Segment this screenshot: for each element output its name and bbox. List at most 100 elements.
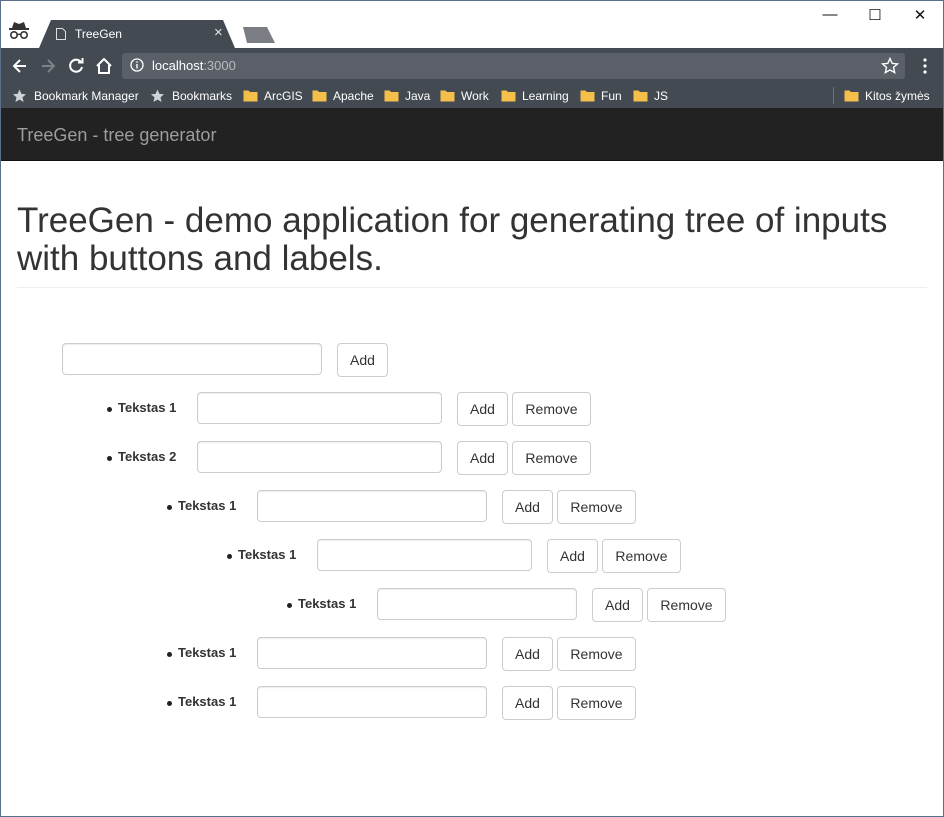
bullet-icon bbox=[167, 505, 172, 510]
reload-icon[interactable] bbox=[66, 56, 86, 76]
bookmark-label: Learning bbox=[522, 89, 569, 103]
tab-treegen[interactable]: TreeGen × bbox=[39, 20, 235, 48]
root-text-input[interactable] bbox=[62, 343, 322, 375]
url-text: localhost:3000 bbox=[152, 58, 236, 73]
folder-icon bbox=[243, 90, 258, 102]
bullet-icon bbox=[167, 652, 172, 657]
close-window-button[interactable]: ✕ bbox=[905, 6, 935, 24]
node-label: Tekstas 2 bbox=[118, 449, 177, 464]
bookmark-java[interactable]: Java bbox=[384, 87, 432, 105]
star-icon bbox=[151, 89, 164, 102]
bookmark-js[interactable]: JS bbox=[633, 87, 671, 105]
bookmark-fun[interactable]: Fun bbox=[580, 87, 625, 105]
bookmark-work[interactable]: Work bbox=[440, 87, 492, 105]
node-text-input[interactable] bbox=[197, 441, 442, 473]
node-add-button[interactable]: Add bbox=[502, 686, 553, 720]
bullet-icon bbox=[287, 603, 292, 608]
folder-icon bbox=[844, 90, 859, 102]
info-icon[interactable] bbox=[130, 58, 144, 72]
node-add-button[interactable]: Add bbox=[502, 490, 553, 524]
tree-node: Tekstas 1 Add Remove bbox=[287, 588, 747, 622]
node-label: Tekstas 1 bbox=[298, 596, 357, 611]
node-add-button[interactable]: Add bbox=[502, 637, 553, 671]
star-icon bbox=[13, 89, 26, 102]
node-label: Tekstas 1 bbox=[118, 400, 177, 415]
tree-root-row: Add bbox=[62, 343, 392, 377]
bookmark-label: Bookmarks bbox=[172, 89, 233, 103]
bookmarks-bar: Bookmark Manager Bookmarks ArcGIS Apache… bbox=[1, 84, 943, 108]
node-text-input[interactable] bbox=[197, 392, 442, 424]
tab-close-icon[interactable]: × bbox=[214, 24, 223, 41]
minimize-button[interactable]: — bbox=[815, 6, 845, 23]
node-remove-button[interactable]: Remove bbox=[557, 637, 636, 671]
node-label: Tekstas 1 bbox=[178, 645, 237, 660]
page-title: TreeGen - demo application for generatin… bbox=[17, 202, 927, 278]
bookmarks-divider bbox=[833, 87, 834, 104]
bookmark-label: Kitos žymės bbox=[865, 89, 930, 103]
forward-arrow-icon[interactable] bbox=[38, 56, 58, 76]
bookmark-label: Java bbox=[405, 89, 431, 103]
tab-title: TreeGen bbox=[75, 27, 122, 41]
bullet-icon bbox=[167, 701, 172, 706]
kebab-menu-icon[interactable] bbox=[918, 58, 932, 74]
incognito-icon bbox=[9, 22, 29, 40]
node-label: Tekstas 1 bbox=[178, 694, 237, 709]
bookmark-star-icon[interactable] bbox=[881, 57, 899, 75]
bookmark-label: ArcGIS bbox=[264, 89, 303, 103]
maximize-button[interactable]: ☐ bbox=[860, 6, 890, 24]
folder-icon bbox=[633, 90, 648, 102]
url-host: localhost bbox=[152, 58, 204, 73]
bookmark-learning[interactable]: Learning bbox=[501, 87, 571, 105]
bookmark-other[interactable]: Kitos žymės bbox=[844, 87, 936, 105]
title-bar: TreeGen × — ☐ ✕ bbox=[1, 1, 943, 48]
node-text-input[interactable] bbox=[377, 588, 577, 620]
node-remove-button[interactable]: Remove bbox=[512, 392, 591, 426]
bookmark-label: Bookmark Manager bbox=[34, 89, 139, 103]
node-remove-button[interactable]: Remove bbox=[557, 490, 636, 524]
node-add-button[interactable]: Add bbox=[457, 392, 508, 426]
node-text-input[interactable] bbox=[257, 637, 487, 669]
node-remove-button[interactable]: Remove bbox=[647, 588, 726, 622]
browser-window: TreeGen × — ☐ ✕ localhost:3000 Bookmark … bbox=[0, 0, 944, 817]
node-add-button[interactable]: Add bbox=[592, 588, 643, 622]
bullet-icon bbox=[227, 554, 232, 559]
page-icon bbox=[56, 28, 66, 40]
page-title-line-1: TreeGen - demo application for generatin… bbox=[17, 201, 888, 240]
app-navbar: TreeGen - tree generator bbox=[1, 108, 943, 161]
tree-node: Tekstas 1 Add Remove bbox=[227, 539, 697, 573]
back-arrow-icon[interactable] bbox=[10, 56, 30, 76]
bookmark-arcgis[interactable]: ArcGIS bbox=[243, 87, 305, 105]
node-add-button[interactable]: Add bbox=[457, 441, 508, 475]
root-add-button[interactable]: Add bbox=[337, 343, 388, 377]
node-remove-button[interactable]: Remove bbox=[512, 441, 591, 475]
node-label: Tekstas 1 bbox=[178, 498, 237, 513]
divider bbox=[17, 287, 927, 288]
node-add-button[interactable]: Add bbox=[547, 539, 598, 573]
new-tab-button[interactable] bbox=[243, 27, 275, 43]
tree-node: Tekstas 1 Add Remove bbox=[107, 392, 597, 426]
tree-node: Tekstas 1 Add Remove bbox=[167, 490, 647, 524]
folder-icon bbox=[440, 90, 455, 102]
folder-icon bbox=[384, 90, 399, 102]
node-remove-button[interactable]: Remove bbox=[602, 539, 681, 573]
url-port: :3000 bbox=[203, 58, 236, 73]
bookmark-manager[interactable]: Bookmark Manager bbox=[12, 87, 140, 105]
bookmark-label: Apache bbox=[333, 89, 374, 103]
node-text-input[interactable] bbox=[317, 539, 532, 571]
bookmarks-folder[interactable]: Bookmarks bbox=[150, 87, 234, 105]
folder-icon bbox=[501, 90, 516, 102]
bullet-icon bbox=[107, 407, 112, 412]
node-text-input[interactable] bbox=[257, 490, 487, 522]
bookmark-label: Work bbox=[461, 89, 489, 103]
address-bar[interactable]: localhost:3000 bbox=[122, 53, 905, 79]
tree-node: Tekstas 1 Add Remove bbox=[167, 686, 647, 720]
home-icon[interactable] bbox=[94, 56, 114, 76]
navbar-brand[interactable]: TreeGen - tree generator bbox=[17, 125, 216, 146]
folder-icon bbox=[580, 90, 595, 102]
node-text-input[interactable] bbox=[257, 686, 487, 718]
bullet-icon bbox=[107, 456, 112, 461]
node-remove-button[interactable]: Remove bbox=[557, 686, 636, 720]
tree-node: Tekstas 2 Add Remove bbox=[107, 441, 597, 475]
bookmark-label: Fun bbox=[601, 89, 622, 103]
bookmark-apache[interactable]: Apache bbox=[312, 87, 376, 105]
